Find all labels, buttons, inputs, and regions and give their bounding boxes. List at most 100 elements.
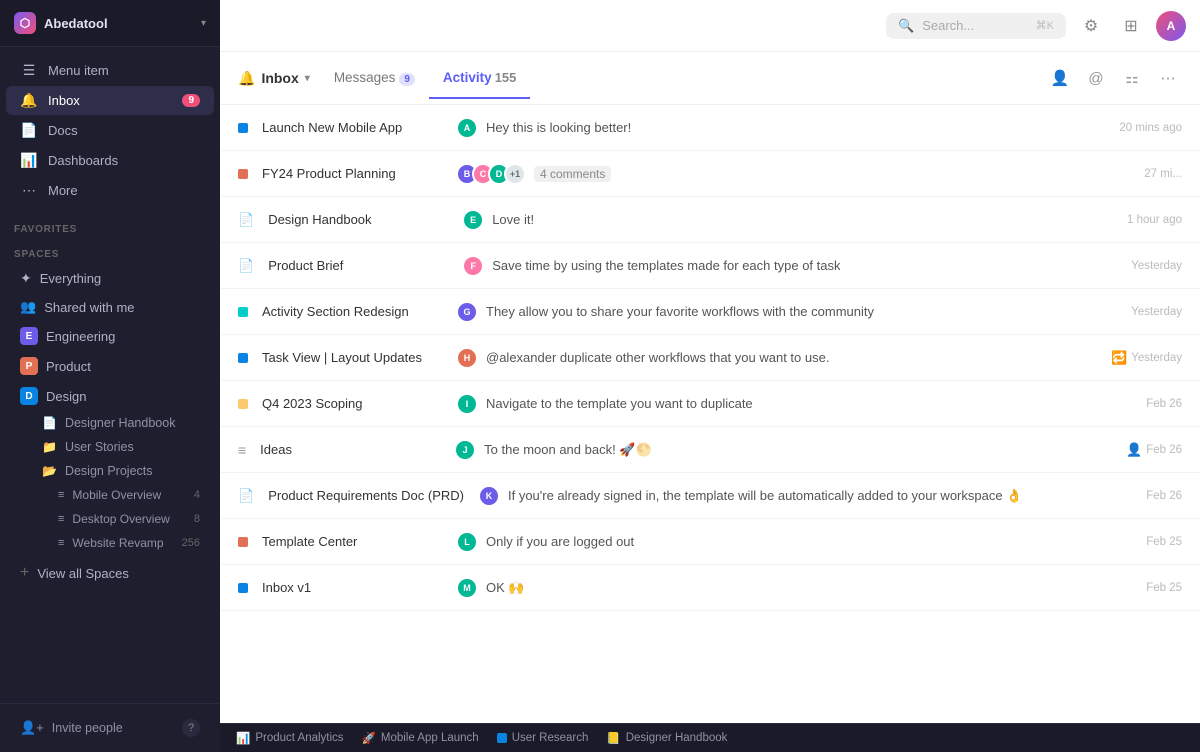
inbox-row-10[interactable]: Template Center L Only if you are logged… [220, 519, 1200, 565]
topbar-icons: ⚙ ⊞ A [1076, 11, 1186, 41]
sidebar-item-docs[interactable]: 📄 Docs [6, 116, 214, 145]
space-design-label: Design [46, 389, 86, 404]
time-text: 27 mi... [1144, 168, 1182, 180]
sidebar-item-product[interactable]: P Product [6, 352, 214, 380]
bottom-bar-item-mobile-app-launch[interactable]: 🚀Mobile App Launch [362, 731, 479, 745]
user-filter-button[interactable]: 👤 [1046, 64, 1074, 92]
task-preview-area: L Only if you are logged out [456, 531, 1132, 553]
sidebar-item-design-projects[interactable]: 📂 Design Projects [6, 460, 214, 482]
sidebar-item-engineering[interactable]: E Engineering [6, 322, 214, 350]
mobile-overview-label: Mobile Overview [72, 488, 161, 502]
task-avatars: M [456, 577, 478, 599]
inbox-row-8[interactable]: ≡ Ideas J To the moon and back! 🚀🌕 👤 Feb… [220, 427, 1200, 473]
view-all-spaces-label: View all Spaces [37, 566, 129, 581]
doc-type-icon: 📄 [238, 488, 254, 504]
desktop-overview-count: 8 [194, 513, 200, 525]
designer-handbook-label: Designer Handbook [65, 416, 176, 430]
avatar-0: F [462, 255, 484, 277]
inbox-title-label: Inbox [261, 70, 298, 86]
inbox-actions: 👤 @ ⚏ ⋯ [1046, 64, 1182, 104]
sidebar-item-desktop-overview[interactable]: ≡ Desktop Overview 8 [6, 508, 214, 530]
inbox-row-3[interactable]: 📄 Design Handbook E Love it! 1 hour ago [220, 197, 1200, 243]
tab-messages[interactable]: Messages9 [320, 70, 429, 99]
inbox-row-1[interactable]: Launch New Mobile App A Hey this is look… [220, 105, 1200, 151]
avatar-0: E [462, 209, 484, 231]
avatar-0: M [456, 577, 478, 599]
topbar: 🔍 Search... ⌘K ⚙ ⊞ A [220, 0, 1200, 52]
tab-activity[interactable]: Activity155 [429, 70, 530, 99]
workspace-name: Abedatool [44, 16, 193, 31]
sidebar-item-more[interactable]: ⋯ More [6, 176, 214, 205]
inbox-row-11[interactable]: Inbox v1 M OK 🙌 Feb 25 [220, 565, 1200, 611]
view-all-spaces[interactable]: + View all Spaces [6, 559, 214, 587]
sidebar-item-user-stories[interactable]: 📁 User Stories [6, 436, 214, 458]
inbox-bell-icon: 🔔 [238, 70, 255, 87]
message-preview: If you're already signed in, the templat… [508, 488, 1022, 504]
time-text: Yesterday [1131, 306, 1182, 318]
rocket-icon: 🚀 [362, 731, 376, 745]
sidebar-item-website-revamp[interactable]: ≡ Website Revamp 256 [6, 532, 214, 554]
notebook-icon: 📒 [606, 731, 620, 745]
inbox-row-7[interactable]: Q4 2023 Scoping I Navigate to the templa… [220, 381, 1200, 427]
doc-type-icon: 📄 [238, 258, 254, 274]
task-preview-area: H @alexander duplicate other workflows t… [456, 347, 1097, 369]
more-options-button[interactable]: ⋯ [1154, 64, 1182, 92]
sidebar-item-dashboards[interactable]: 📊 Dashboards [6, 146, 214, 175]
at-mention-button[interactable]: @ [1082, 64, 1110, 92]
bottom-bar-item-product-analytics[interactable]: 📊Product Analytics [236, 731, 344, 745]
task-avatars: I [456, 393, 478, 415]
sidebar-item-mobile-overview[interactable]: ≡ Mobile Overview 4 [6, 484, 214, 506]
message-preview: Hey this is looking better! [486, 120, 631, 135]
website-revamp-label: Website Revamp [72, 536, 163, 550]
settings-icon-button[interactable]: ⚙ [1076, 11, 1106, 41]
sidebar-item-everything[interactable]: ✦ Everything [6, 265, 214, 292]
bottom-bar-item-user-research[interactable]: User Research [497, 732, 589, 744]
help-icon[interactable]: ? [182, 719, 200, 737]
sidebar-item-designer-handbook[interactable]: 📄 Designer Handbook [6, 412, 214, 434]
task-color-indicator [238, 307, 248, 317]
task-time: Feb 25 [1146, 582, 1182, 594]
sidebar-item-inbox[interactable]: 🔔 Inbox 9 [6, 86, 214, 115]
time-text: Feb 25 [1146, 582, 1182, 594]
search-bar[interactable]: 🔍 Search... ⌘K [886, 13, 1066, 39]
sidebar: ⬡ Abedatool ▾ ☰ Menu item 🔔 Inbox 9 📄 Do… [0, 0, 220, 752]
engineering-dot: E [20, 327, 38, 345]
task-avatars: K [478, 485, 500, 507]
task-time: Feb 26 [1146, 490, 1182, 502]
task-name: Template Center [262, 534, 442, 549]
task-time: 1 hour ago [1127, 214, 1182, 226]
sidebar-item-design[interactable]: D Design [6, 382, 214, 410]
task-time: Yesterday [1131, 260, 1182, 272]
inbox-row-2[interactable]: FY24 Product Planning BCD+1 4 comments 2… [220, 151, 1200, 197]
inbox-title[interactable]: 🔔 Inbox ▾ [238, 70, 310, 99]
message-preview: Navigate to the template you want to dup… [486, 396, 753, 411]
sidebar-item-menu[interactable]: ☰ Menu item [6, 56, 214, 85]
inbox-row-5[interactable]: Activity Section Redesign G They allow y… [220, 289, 1200, 335]
bottom-bar-item-designer-handbook[interactable]: 📒Designer Handbook [606, 731, 727, 745]
sidebar-header[interactable]: ⬡ Abedatool ▾ [0, 0, 220, 47]
task-avatars: A [456, 117, 478, 139]
time-text: Feb 26 [1146, 444, 1182, 456]
task-time: 🔁 Yesterday [1111, 350, 1182, 366]
inbox-row-9[interactable]: 📄 Product Requirements Doc (PRD) K If yo… [220, 473, 1200, 519]
filter-button[interactable]: ⚏ [1118, 64, 1146, 92]
invite-people-label: Invite people [52, 721, 123, 735]
bottom-bar-label: Product Analytics [255, 732, 343, 744]
invite-people-button[interactable]: 👤+ Invite people ? [14, 714, 206, 742]
task-preview-area: M OK 🙌 [456, 577, 1132, 599]
activity-badge: 155 [495, 70, 517, 85]
user-avatar[interactable]: A [1156, 11, 1186, 41]
plus-icon: + [20, 564, 29, 582]
sidebar-item-shared[interactable]: 👥 Shared with me [6, 294, 214, 320]
sidebar-item-more-label: More [48, 183, 78, 198]
task-time: Feb 26 [1146, 398, 1182, 410]
avatar-0: I [456, 393, 478, 415]
space-product-label: Product [46, 359, 91, 374]
inbox-row-6[interactable]: Task View | Layout Updates H @alexander … [220, 335, 1200, 381]
favorites-label: FAVORITES [0, 214, 220, 239]
docs-icon: 📄 [20, 122, 38, 139]
grid-icon-button[interactable]: ⊞ [1116, 11, 1146, 41]
time-text: 1 hour ago [1127, 214, 1182, 226]
inbox-row-4[interactable]: 📄 Product Brief F Save time by using the… [220, 243, 1200, 289]
product-dot: P [20, 357, 38, 375]
